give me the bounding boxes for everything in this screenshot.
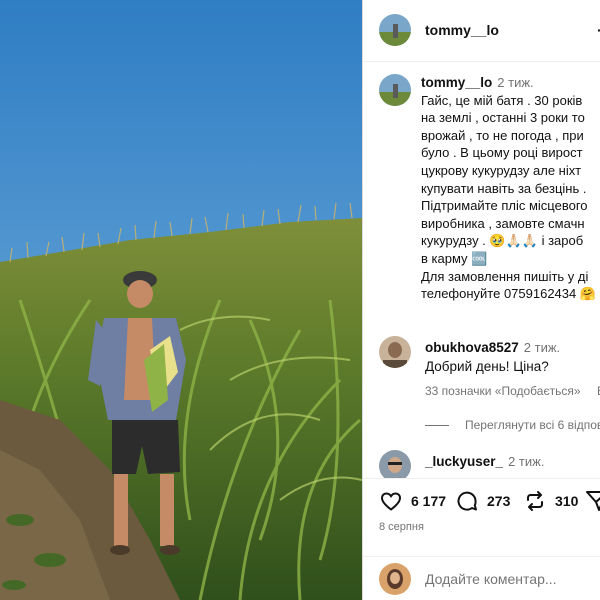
author-avatar[interactable] xyxy=(379,14,411,46)
send-icon xyxy=(586,491,600,511)
caption-line: Для замовлення пишіть у ді xyxy=(421,268,589,284)
add-comment-input[interactable] xyxy=(425,571,595,587)
comments-count[interactable]: 273 xyxy=(487,493,510,509)
caption-line: врожай , то не погода , при xyxy=(421,127,584,143)
caption-username[interactable]: tommy__lo xyxy=(421,75,492,90)
post-header: tommy__lo · xyxy=(363,0,600,62)
comment-bubble-icon xyxy=(457,491,477,511)
likes-count[interactable]: 6 177 xyxy=(411,493,446,509)
repost-icon xyxy=(527,491,543,511)
commenter-avatar[interactable] xyxy=(379,336,411,368)
comment-button[interactable]: 273 xyxy=(455,489,510,513)
comment-text: Добрий день! Ціна? xyxy=(425,359,549,374)
comment-time: 2 тиж. xyxy=(508,454,545,469)
comment-likes-count[interactable]: 33 позначки «Подобається» xyxy=(425,384,581,398)
caption-time: 2 тиж. xyxy=(497,75,534,90)
heart-icon xyxy=(380,492,402,511)
post-actions: 6 177 273 310 8 серпня xyxy=(363,478,600,538)
commenter-username[interactable]: obukhova8527 xyxy=(425,340,519,355)
view-replies-label: Переглянути всі 6 відпов xyxy=(465,418,600,432)
view-replies-button[interactable]: Переглянути всі 6 відпов xyxy=(425,418,600,432)
caption-line: на землі , останні 3 роки то xyxy=(421,110,585,126)
like-button[interactable]: 6 177 xyxy=(379,489,446,513)
comment-time: 2 тиж. xyxy=(523,340,561,355)
current-user-avatar[interactable] xyxy=(379,563,411,595)
author-username[interactable]: tommy__lo xyxy=(425,22,499,38)
add-comment-bar xyxy=(363,556,600,600)
caption-line: телефонуйте 0759162434 🤗 xyxy=(421,286,597,302)
caption-line: виробника , замовте смачн xyxy=(421,215,585,231)
post-photo[interactable] xyxy=(0,0,362,600)
caption-line: кукурудзу . 🥹🙏🏻🙏🏻 і зароб xyxy=(421,233,584,249)
post-sidebar: tommy__lo · tommy__lo 2 тиж. Гайс, це мій… xyxy=(362,0,600,600)
comment-body: _luckyuser_ 2 тиж. xyxy=(425,454,600,469)
commenter-username[interactable]: _luckyuser_ xyxy=(425,454,503,469)
post-date[interactable]: 8 серпня xyxy=(379,521,424,533)
caption-line: купувати навіть за безцінь . xyxy=(421,180,587,196)
caption-line: в карму 🆒 xyxy=(421,250,488,266)
cornfield-photo-graphic xyxy=(0,0,362,600)
reposts-count[interactable]: 310 xyxy=(555,493,578,509)
repost-button[interactable]: 310 xyxy=(523,489,578,513)
caption-body: tommy__lo 2 тиж. Гайс, це мій батя . 30 р… xyxy=(421,74,600,303)
divider xyxy=(425,425,449,427)
caption-line: Підтримайте пліс місцевого xyxy=(421,198,588,214)
caption-line: цукрову кукурудзу але ніхт xyxy=(421,162,582,178)
caption-author-avatar[interactable] xyxy=(379,74,411,106)
share-button[interactable] xyxy=(585,489,600,513)
comment-body: obukhova8527 2 тиж. Добрий день! Ціна? xyxy=(425,340,600,374)
caption-line: Гайс, це мій батя . 30 років xyxy=(421,92,583,108)
caption-line: було . В цьому році вирост xyxy=(421,145,583,161)
